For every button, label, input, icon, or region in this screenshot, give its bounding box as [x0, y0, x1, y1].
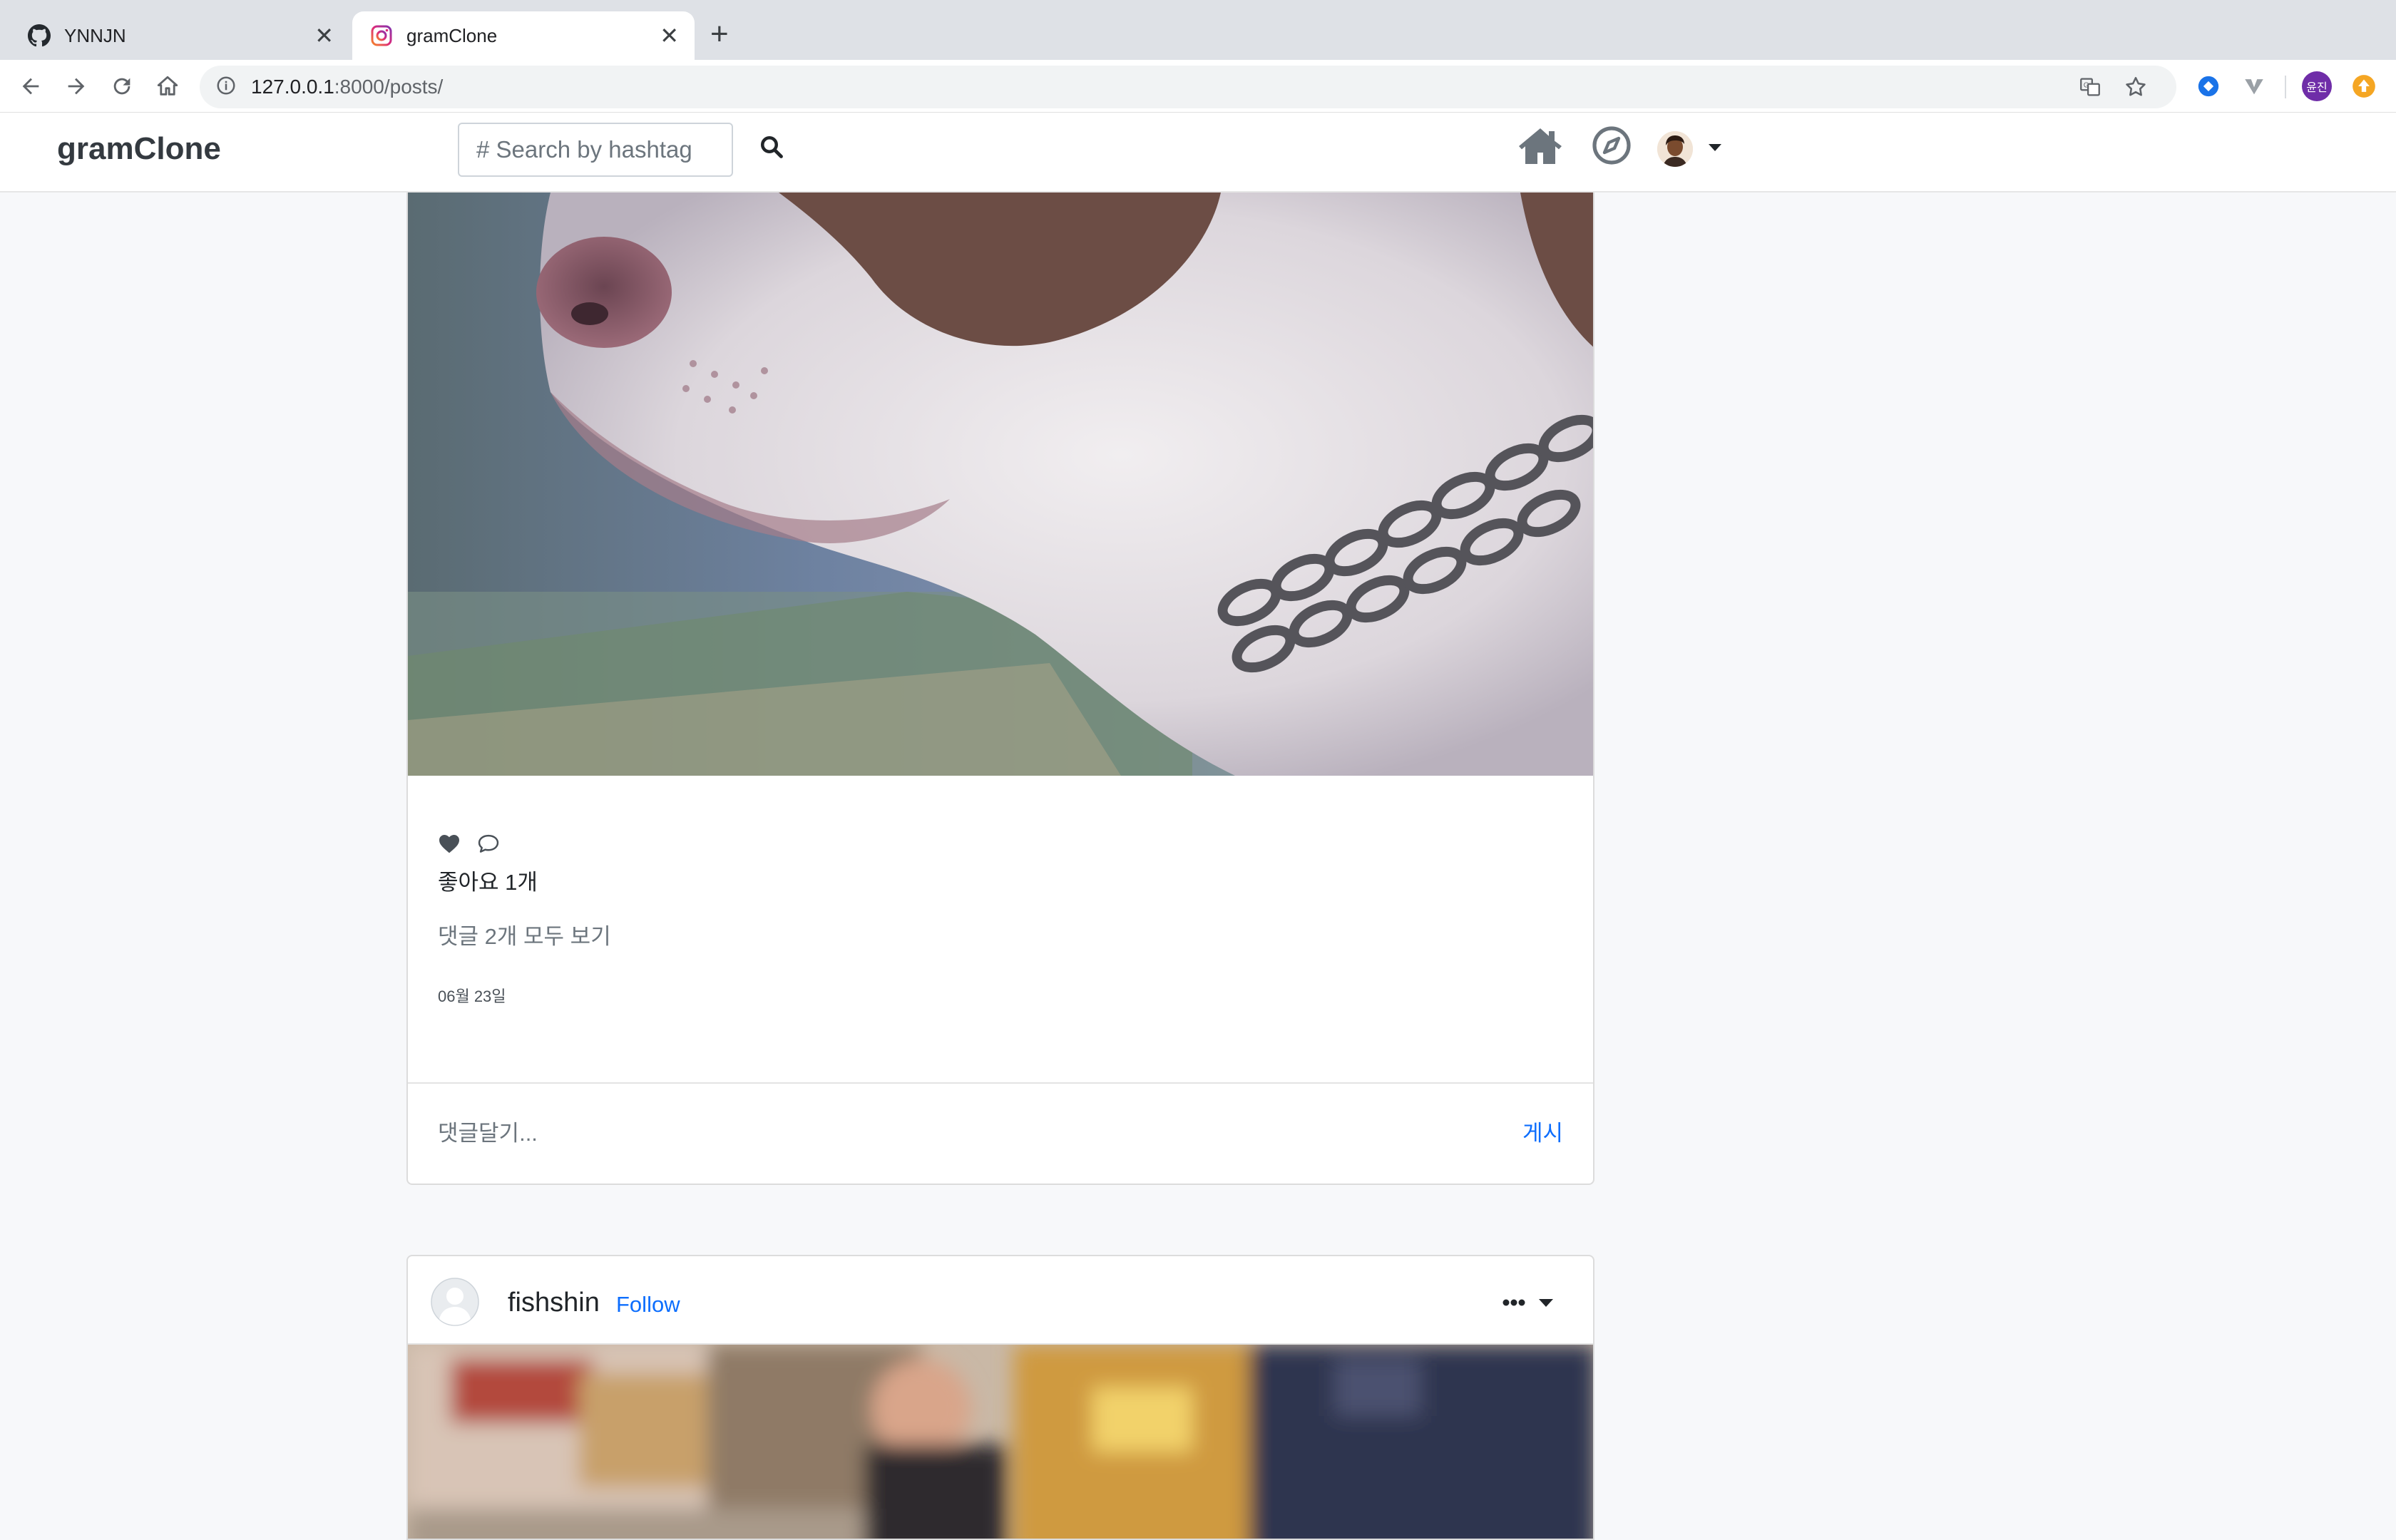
url-host: 127.0.0.1	[251, 76, 334, 98]
tab-title: YNNJN	[64, 24, 126, 46]
more-options-icon[interactable]	[1502, 1295, 1555, 1314]
post-card: 좋아요 1개 댓글 2개 모두 보기 06월 23일 댓글달기... 게시	[406, 192, 1594, 1185]
url-text: 127.0.0.1:8000/posts/	[251, 76, 443, 98]
address-bar[interactable]: 127.0.0.1:8000/posts/ G	[200, 66, 2176, 108]
close-tab-icon[interactable]: ✕	[660, 24, 679, 47]
explore-compass-icon[interactable]	[1592, 125, 1632, 165]
profile-avatar[interactable]: 윤진	[2300, 70, 2333, 103]
translate-icon[interactable]: G	[2072, 66, 2108, 108]
likes-count: 좋아요 1개	[438, 870, 538, 895]
post-photo-market	[408, 1345, 1593, 1539]
search-icon[interactable]	[759, 134, 787, 163]
new-tab-plus-icon[interactable]: +	[710, 14, 729, 54]
toolbar-divider	[2285, 76, 2286, 98]
close-tab-icon[interactable]: ✕	[314, 24, 334, 47]
forward-arrow-icon[interactable]	[60, 70, 93, 103]
url-path: :8000/posts/	[334, 76, 444, 98]
home-icon[interactable]	[1517, 125, 1563, 167]
home-browser-icon[interactable]	[151, 70, 184, 103]
browser-toolbar: 127.0.0.1:8000/posts/ G 윤진	[0, 60, 2396, 113]
post-photo-dog	[408, 192, 1593, 776]
browser-tab-bar: YNNJN ✕ gramClone ✕ +	[0, 0, 2396, 60]
post-header: fishshin Follow	[408, 1256, 1593, 1345]
tab-gramclone[interactable]: gramClone ✕	[352, 11, 695, 60]
post-date: 06월 23일	[438, 987, 506, 1005]
post-username[interactable]: fishshin	[508, 1288, 600, 1318]
follow-button[interactable]: Follow	[616, 1292, 680, 1318]
user-avatar[interactable]	[1657, 131, 1693, 167]
comment-icon[interactable]	[476, 833, 501, 858]
update-icon[interactable]	[2348, 70, 2380, 103]
brand-logo[interactable]: gramClone	[57, 131, 221, 167]
bookmark-star-icon[interactable]	[2118, 66, 2154, 108]
tab-title: gramClone	[406, 24, 498, 46]
github-icon	[27, 24, 51, 48]
back-arrow-icon[interactable]	[14, 70, 47, 103]
hashtag-search-input[interactable]: # Search by hashtag	[458, 123, 733, 177]
svg-text:G: G	[2084, 82, 2089, 90]
site-navbar: gramClone # Search by hashtag	[0, 113, 2396, 192]
profile-badge: 윤진	[2302, 71, 2332, 101]
reload-icon[interactable]	[106, 70, 138, 103]
chevron-down-icon[interactable]	[1707, 143, 1723, 156]
instagram-icon	[369, 24, 394, 48]
comment-form: 댓글달기... 게시	[408, 1082, 1593, 1184]
heart-icon[interactable]	[438, 833, 461, 858]
info-icon[interactable]	[215, 75, 237, 100]
extension-v-icon[interactable]	[2238, 70, 2270, 103]
tab-ynnjn[interactable]: YNNJN ✕	[0, 11, 349, 60]
comment-input[interactable]: 댓글달기...	[438, 1115, 538, 1147]
post-comment-button[interactable]: 게시	[1522, 1115, 1563, 1147]
view-all-comments-link[interactable]: 댓글 2개 모두 보기	[438, 918, 611, 950]
user-avatar-placeholder[interactable]	[431, 1278, 479, 1326]
post-card: fishshin Follow	[406, 1255, 1594, 1540]
extension-blue-icon[interactable]	[2192, 70, 2225, 103]
